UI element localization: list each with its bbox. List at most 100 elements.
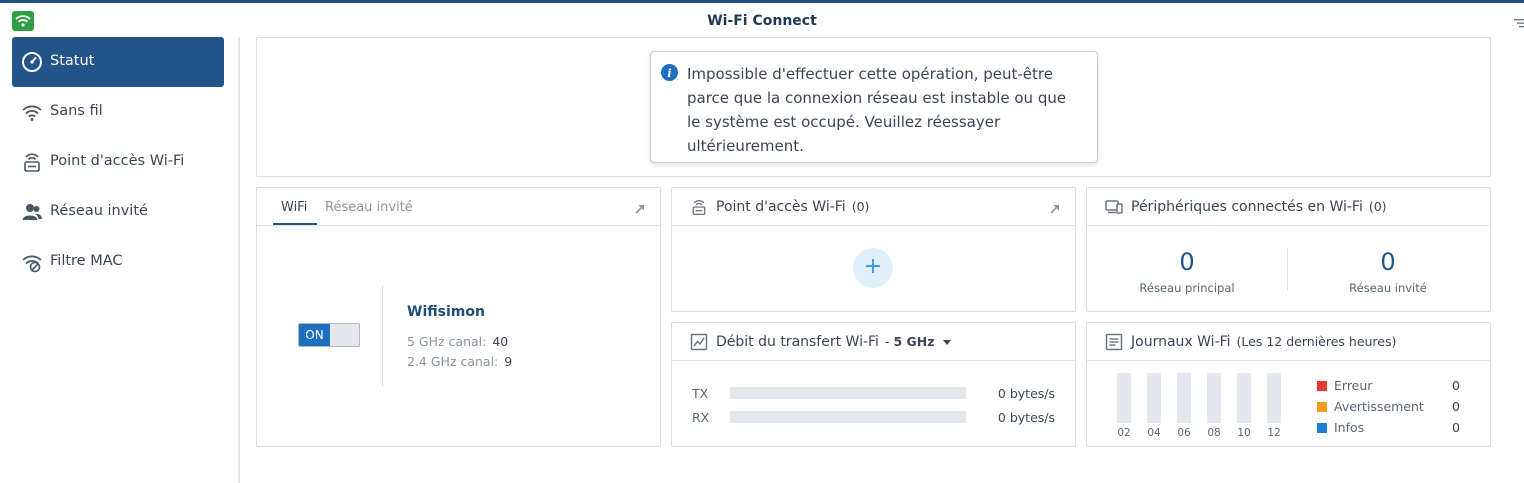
error-notice: i Impossible d'effectuer cette opération… [650, 51, 1098, 163]
expand-arrow-icon[interactable] [1049, 200, 1061, 214]
sidebar-item-label: Sans fil [50, 103, 103, 119]
throughput-title: Débit du transfert Wi-Fi -5 GHz [716, 334, 951, 350]
wifi-panel: WiFi Réseau invité ON Wifisimon 5 GHz ca… [256, 187, 661, 447]
throughput-title-text: Débit du transfert Wi-Fi [716, 334, 879, 350]
channel-5ghz-label: 5 GHz canal: [407, 334, 487, 349]
access-point-title-text: Point d'accès Wi-Fi [716, 199, 846, 215]
legend-swatch [1317, 423, 1327, 433]
wifi-power-toggle[interactable]: ON [298, 323, 360, 347]
legend-value: 0 [1452, 378, 1460, 393]
main-network-label: Réseau principal [1139, 281, 1235, 295]
ssid-name: Wifisimon [407, 304, 485, 320]
tab-wifi[interactable]: WiFi [281, 200, 307, 215]
wifi-icon [21, 101, 43, 123]
access-point-title: Point d'accès Wi-Fi (0) [716, 199, 869, 215]
notice-text: Impossible d'effectuer cette opération, … [687, 65, 1067, 155]
log-bar [1147, 373, 1161, 423]
tab-reseau-invite[interactable]: Réseau invité [325, 200, 413, 215]
rx-label: RX [692, 410, 710, 425]
sidebar-item-point-acces[interactable]: Point d'accès Wi-Fi [12, 137, 224, 187]
wifi-filter-icon [21, 251, 43, 273]
info-icon: i [661, 64, 678, 81]
log-bar [1177, 373, 1191, 423]
sidebar-item-label: Point d'accès Wi-Fi [50, 153, 185, 169]
window-title: Wi-Fi Connect [707, 13, 817, 29]
log-hour-tick: 06 [1177, 427, 1191, 439]
tx-bar [730, 387, 966, 399]
legend-label: Avertissement [1334, 399, 1424, 414]
active-tab-indicator [273, 223, 317, 225]
window-menu-icon[interactable] [1514, 13, 1524, 28]
logs-panel: Journaux Wi-Fi (Les 12 dernières heures) … [1086, 322, 1491, 447]
add-access-point-button[interactable]: + [853, 248, 893, 288]
svg-text:i: i [667, 67, 671, 80]
band-select[interactable]: 5 GHz [893, 334, 934, 349]
connected-devices-title-text: Périphériques connectés en Wi-Fi [1131, 199, 1363, 215]
legend-swatch [1317, 381, 1327, 391]
throughput-panel: Débit du transfert Wi-Fi -5 GHz TX 0 byte… [671, 322, 1076, 447]
gauge-icon [21, 51, 43, 73]
connected-devices-header: Périphériques connectés en Wi-Fi (0) [1087, 188, 1490, 226]
guest-users-icon [21, 201, 43, 223]
access-point-panel: Point d'accès Wi-Fi (0) + [671, 187, 1076, 312]
log-hour-tick: 12 [1267, 427, 1281, 439]
legend-label: Erreur [1334, 378, 1373, 393]
rx-bar [730, 411, 966, 423]
devices-icon [1105, 198, 1123, 216]
legend-value: 0 [1452, 420, 1460, 435]
access-point-icon [21, 151, 43, 173]
devices-divider [1287, 248, 1288, 290]
legend-value: 0 [1452, 399, 1460, 414]
wifi-divider [382, 286, 383, 386]
access-point-header: Point d'accès Wi-Fi (0) [672, 188, 1075, 226]
expand-arrow-icon[interactable] [634, 200, 646, 214]
log-hour-tick: 08 [1207, 427, 1221, 439]
log-bar [1267, 373, 1281, 423]
sidebar-item-label: Filtre MAC [50, 253, 123, 269]
channel-24ghz: 2.4 GHz canal: 9 [407, 354, 512, 369]
log-hour-tick: 10 [1237, 427, 1251, 439]
channel-5ghz-value: 40 [492, 334, 509, 349]
legend-swatch [1317, 402, 1327, 412]
logs-title: Journaux Wi-Fi (Les 12 dernières heures) [1131, 334, 1396, 350]
legend-label: Infos [1334, 420, 1365, 435]
toggle-on-label: ON [299, 324, 330, 346]
title-bar: Wi-Fi Connect [0, 3, 1524, 35]
chart-icon [690, 333, 708, 351]
channel-24ghz-value: 9 [504, 354, 513, 369]
log-bar [1237, 373, 1251, 423]
main-network-count: 0 [1179, 248, 1195, 276]
tx-label: TX [692, 386, 709, 401]
log-hour-tick: 04 [1147, 427, 1161, 439]
tx-value: 0 bytes/s [997, 386, 1055, 401]
log-bar [1207, 373, 1221, 423]
access-point-count: (0) [851, 199, 870, 214]
logs-list-icon [1105, 333, 1123, 351]
sidebar-item-filtre-mac[interactable]: Filtre MAC [12, 237, 224, 287]
rx-value: 0 bytes/s [997, 410, 1055, 425]
sidebar-item-label: Statut [50, 53, 95, 69]
guest-network-count: 0 [1380, 248, 1396, 276]
sidebar: Statut Sans fil Point d'accès Wi-Fi Rése… [0, 35, 238, 483]
band-separator: - [884, 334, 890, 349]
logs-header: Journaux Wi-Fi (Les 12 dernières heures) [1087, 323, 1490, 361]
sidebar-item-sans-fil[interactable]: Sans fil [12, 87, 224, 137]
log-hour-tick: 02 [1117, 427, 1131, 439]
sidebar-item-statut[interactable]: Statut [12, 37, 224, 87]
throughput-header: Débit du transfert Wi-Fi -5 GHz [672, 323, 1075, 361]
logs-title-text: Journaux Wi-Fi [1131, 334, 1231, 350]
logs-subtitle: (Les 12 dernières heures) [1236, 334, 1397, 349]
sidebar-item-reseau-invite[interactable]: Réseau invité [12, 187, 224, 237]
log-bar [1117, 373, 1131, 423]
access-point-icon [690, 198, 708, 216]
sidebar-item-label: Réseau invité [50, 203, 148, 219]
connected-devices-title: Périphériques connectés en Wi-Fi (0) [1131, 199, 1387, 215]
chevron-down-icon[interactable] [942, 339, 951, 345]
guest-network-label: Réseau invité [1349, 281, 1427, 295]
sidebar-divider [238, 37, 240, 483]
wifi-panel-header: WiFi Réseau invité [257, 188, 660, 226]
channel-5ghz: 5 GHz canal: 40 [407, 334, 508, 349]
connected-devices-count: (0) [1368, 199, 1387, 214]
channel-24ghz-label: 2.4 GHz canal: [407, 354, 499, 369]
connected-devices-panel: Périphériques connectés en Wi-Fi (0) 0 Ré… [1086, 187, 1491, 312]
